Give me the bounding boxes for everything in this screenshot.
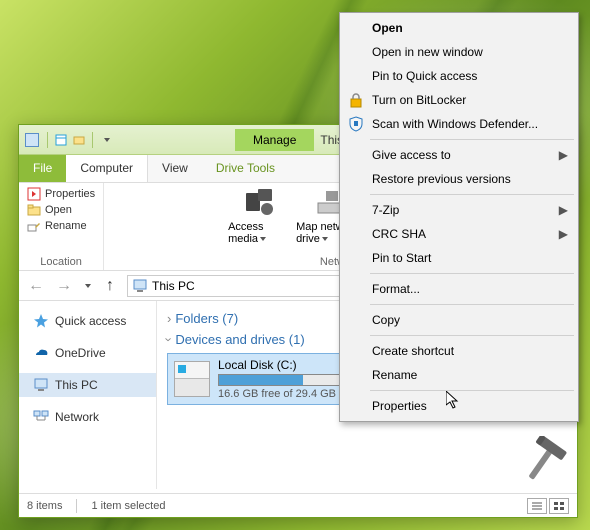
drive-icon	[174, 361, 210, 397]
ctx-open-new-window[interactable]: Open in new window	[342, 40, 576, 64]
sidebar-item-this-pc[interactable]: This PC	[19, 373, 156, 397]
group-label: Devices and drives (1)	[175, 332, 304, 347]
sidebar-item-network[interactable]: Network	[19, 405, 156, 429]
qat-properties-icon[interactable]	[54, 133, 68, 147]
separator	[370, 335, 574, 336]
ribbon-properties-label: Properties	[45, 188, 95, 200]
ctx-scan-defender[interactable]: Scan with Windows Defender...	[342, 112, 576, 136]
tab-file[interactable]: File	[19, 155, 66, 182]
tab-computer[interactable]: Computer	[66, 155, 148, 182]
ctx-open[interactable]: Open	[342, 16, 576, 40]
ctx-rename[interactable]: Rename	[342, 363, 576, 387]
ctx-bitlocker[interactable]: Turn on BitLocker	[342, 88, 576, 112]
chevron-right-icon: ▶	[559, 148, 568, 162]
ctx-create-shortcut[interactable]: Create shortcut	[342, 339, 576, 363]
nav-history-button[interactable]	[81, 275, 93, 297]
ctx-pin-start[interactable]: Pin to Start	[342, 246, 576, 270]
nav-pane: Quick access OneDrive This PC Network	[19, 301, 157, 489]
group-label: Folders (7)	[175, 311, 238, 326]
ctx-copy[interactable]: Copy	[342, 308, 576, 332]
breadcrumb[interactable]: This PC	[152, 279, 195, 293]
separator	[370, 304, 574, 305]
window-icon[interactable]	[25, 133, 39, 147]
sidebar-item-quick-access[interactable]: Quick access	[19, 309, 156, 333]
context-menu: Open Open in new window Pin to Quick acc…	[339, 12, 579, 422]
bitlocker-icon	[348, 92, 364, 108]
status-selected: 1 item selected	[91, 500, 165, 512]
ribbon-access-media[interactable]: Access media	[228, 187, 288, 245]
ribbon-open-label: Open	[45, 204, 72, 216]
media-icon	[242, 187, 274, 219]
ribbon-group-label: Location	[40, 256, 82, 270]
ribbon-open[interactable]: Open	[27, 203, 95, 217]
sidebar-item-label: OneDrive	[55, 346, 106, 360]
ctx-format[interactable]: Format...	[342, 277, 576, 301]
network-icon	[33, 409, 49, 425]
qat-new-folder-icon[interactable]	[72, 133, 86, 147]
ctx-give-access[interactable]: Give access to▶	[342, 143, 576, 167]
separator	[76, 499, 77, 513]
tab-drive-tools[interactable]: Drive Tools	[202, 155, 289, 182]
ctx-pin-quick-access[interactable]: Pin to Quick access	[342, 64, 576, 88]
shield-icon	[348, 116, 364, 132]
separator	[370, 194, 574, 195]
separator	[370, 139, 574, 140]
ribbon-properties[interactable]: Properties	[27, 187, 95, 201]
chevron-right-icon: ▶	[559, 203, 568, 217]
nav-back-button[interactable]: ←	[25, 275, 47, 297]
sidebar-item-label: Network	[55, 410, 99, 424]
manage-tab-header[interactable]: Manage	[235, 129, 314, 151]
ribbon-group-location: Properties Open Rename Location	[19, 183, 104, 270]
status-bar: 8 items 1 item selected	[19, 493, 577, 517]
ctx-7zip[interactable]: 7-Zip▶	[342, 198, 576, 222]
status-item-count: 8 items	[27, 500, 62, 512]
separator	[370, 273, 574, 274]
nav-up-button[interactable]: ↑	[99, 275, 121, 297]
tab-view[interactable]: View	[148, 155, 202, 182]
sidebar-item-label: Quick access	[55, 314, 126, 328]
ctx-crc-sha[interactable]: CRC SHA▶	[342, 222, 576, 246]
onedrive-icon	[33, 345, 49, 361]
ctx-restore-versions[interactable]: Restore previous versions	[342, 167, 576, 191]
qat-customize-icon[interactable]	[99, 133, 113, 147]
nav-forward-button: →	[53, 275, 75, 297]
view-details-button[interactable]	[527, 498, 547, 514]
separator	[92, 132, 93, 148]
ribbon-rename[interactable]: Rename	[27, 219, 95, 233]
view-large-icons-button[interactable]	[549, 498, 569, 514]
this-pc-icon	[33, 377, 49, 393]
sidebar-item-onedrive[interactable]: OneDrive	[19, 341, 156, 365]
ribbon-rename-label: Rename	[45, 220, 87, 232]
chevron-right-icon: ▶	[559, 227, 568, 241]
cursor-icon	[446, 391, 462, 411]
ribbon-access-media-label: Access media	[228, 221, 263, 245]
star-icon	[33, 313, 49, 329]
sidebar-item-label: This PC	[55, 378, 98, 392]
separator	[370, 390, 574, 391]
this-pc-icon	[132, 278, 148, 294]
hammer-decoration-icon	[514, 436, 570, 492]
separator	[47, 132, 48, 148]
